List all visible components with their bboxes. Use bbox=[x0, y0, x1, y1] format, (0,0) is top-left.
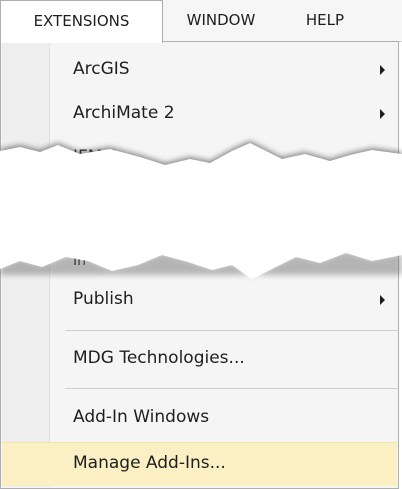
menu-item-label: Add-In Windows bbox=[73, 407, 210, 427]
menu-item-manage-addins[interactable]: Manage Add-Ins... bbox=[2, 442, 397, 486]
menu-separator bbox=[65, 330, 399, 331]
menu-item-label: ArcGIS bbox=[73, 59, 130, 79]
chevron-right-icon bbox=[380, 109, 385, 119]
menu-separator bbox=[65, 388, 399, 389]
menu-item-archimate[interactable]: ArchiMate 2 bbox=[2, 94, 397, 133]
menu-item-arcgis[interactable]: ArcGIS bbox=[2, 50, 397, 89]
chevron-right-icon bbox=[380, 295, 385, 305]
menu-item-label: Manage Add-Ins... bbox=[73, 453, 226, 473]
torn-paper-break bbox=[0, 141, 402, 279]
menu-item-label: ArchiMate 2 bbox=[73, 103, 175, 123]
menu-window[interactable]: WINDOW bbox=[165, 0, 277, 41]
chevron-right-icon bbox=[380, 65, 385, 75]
menu-bar: EXTENSIONS WINDOW HELP bbox=[0, 0, 402, 43]
menu-item-addin-windows[interactable]: Add-In Windows bbox=[2, 398, 397, 437]
menu-item-label: MDG Technologies... bbox=[73, 348, 245, 368]
menu-extensions[interactable]: EXTENSIONS bbox=[0, 0, 163, 43]
menu-help[interactable]: HELP bbox=[283, 0, 367, 41]
menu-item-mdg-technologies[interactable]: MDG Technologies... bbox=[2, 339, 397, 378]
